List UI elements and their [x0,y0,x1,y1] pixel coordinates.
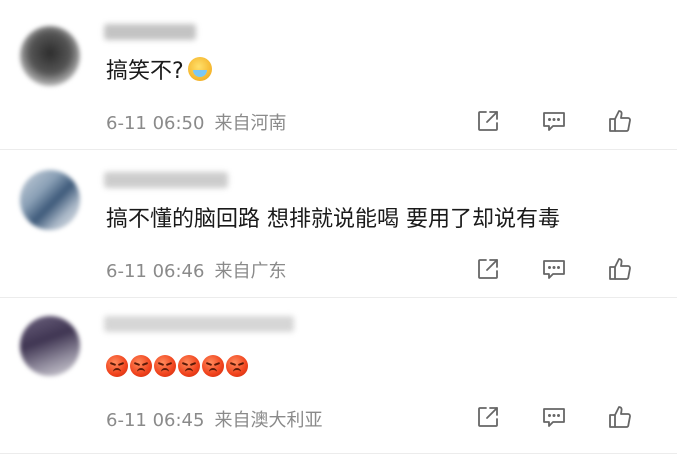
thumbs-up-icon [609,406,631,428]
comment-meta: 6-11 06:50 来自河南 [106,109,286,135]
avatar[interactable] [20,316,80,376]
comment-text: 搞笑不? [106,57,212,87]
comment-location: 来自澳大利亚 [214,410,323,431]
comment-text-content: 搞笑不? [106,59,184,84]
emoji-row [106,355,248,377]
angry-face-icon [154,355,176,377]
comment-button[interactable] [521,106,587,136]
share-button[interactable] [455,402,521,432]
comment-icon [543,112,565,131]
laugh-cry-icon [187,57,212,81]
angry-face-icon [178,355,200,377]
username-blurred[interactable] [104,172,228,188]
comment-icon [543,260,565,279]
comment-item: 搞笑不? 6-11 06:50 来自河南 [0,0,677,150]
thumbs-up-icon [609,110,631,132]
angry-face-icon [226,355,248,377]
like-button[interactable] [587,254,653,284]
angry-face-icon [130,355,152,377]
comment-actions [455,254,653,284]
comment-item: 搞不懂的脑回路 想排就说能喝 要用了却说有毒 6-11 06:46 来自广东 [0,150,677,298]
share-icon [478,111,498,131]
comment-actions [455,402,653,432]
comment-time: 6-11 06:50 [106,113,205,134]
comment-button[interactable] [521,254,587,284]
avatar[interactable] [20,170,80,230]
share-icon [478,407,498,427]
share-icon [478,259,498,279]
angry-face-icon [106,355,128,377]
comment-location: 来自广东 [214,261,287,282]
comment-button[interactable] [521,402,587,432]
comment-meta: 6-11 06:46 来自广东 [106,257,286,283]
like-button[interactable] [587,106,653,136]
share-button[interactable] [455,106,521,136]
comment-time: 6-11 06:46 [106,261,205,282]
comment-icon [543,408,565,427]
comment-item: 6-11 06:45 来自澳大利亚 [0,298,677,454]
comment-meta: 6-11 06:45 来自澳大利亚 [106,406,322,432]
username-blurred[interactable] [104,316,294,332]
thumbs-up-icon [609,258,631,280]
avatar[interactable] [20,26,80,86]
comment-actions [455,106,653,136]
comment-location: 来自河南 [214,113,287,134]
comment-time: 6-11 06:45 [106,410,205,431]
username-blurred[interactable] [104,24,196,40]
share-button[interactable] [455,254,521,284]
angry-face-icon [202,355,224,377]
comment-text: 搞不懂的脑回路 想排就说能喝 要用了却说有毒 [106,207,560,232]
like-button[interactable] [587,402,653,432]
